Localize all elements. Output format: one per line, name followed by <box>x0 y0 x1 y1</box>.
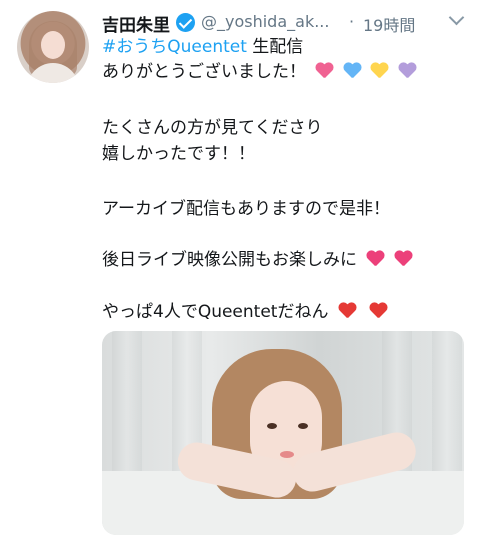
yellow-heart-icon <box>370 63 388 79</box>
tweet: 吉田朱里 @_yoshida_ak... · 19時間 #おうちQueentet… <box>0 0 480 539</box>
tweet-line-3: たくさんの方が見てくださり <box>102 118 323 138</box>
chevron-down-icon[interactable] <box>448 9 465 26</box>
tweet-line-1: #おうちQueentet 生配信 <box>102 36 303 58</box>
tweet-photo[interactable] <box>102 331 464 535</box>
timestamp[interactable]: 19時間 <box>363 12 415 36</box>
tweet-line-6-text: 後日ライブ映像公開もお楽しみに <box>102 250 357 270</box>
hashtag-link[interactable]: #おうちQueentet <box>102 37 247 57</box>
tweet-line-2: ありがとうございました！ <box>102 61 416 83</box>
display-name[interactable]: 吉田朱里 <box>102 11 170 36</box>
avatar[interactable] <box>17 11 89 83</box>
tweet-line-7: やっぱ4人でQueentetだねん <box>102 301 391 323</box>
curtain-fold <box>112 331 142 481</box>
tweet-line-2-text: ありがとうございました！ <box>102 62 306 82</box>
verified-badge-icon <box>176 13 195 32</box>
pink-heart-icon <box>315 63 333 79</box>
heart-with-ribbon-icon <box>369 303 391 319</box>
blue-heart-icon <box>343 63 361 79</box>
separator-dot: · <box>349 12 355 31</box>
user-handle[interactable]: @_yoshida_ak... <box>201 12 329 31</box>
sparkling-heart-icon <box>394 251 412 267</box>
tweet-line-4: 嬉しかったです！！ <box>102 144 255 164</box>
tweet-line-1-text: 生配信 <box>246 37 304 57</box>
heart-with-ribbon-icon <box>338 303 360 319</box>
purple-heart-icon <box>398 63 416 79</box>
avatar-face <box>41 31 65 59</box>
photo-eye <box>298 423 308 429</box>
tweet-line-7-text: やっぱ4人でQueentetだねん <box>102 302 329 322</box>
sparkling-heart-icon <box>366 251 384 267</box>
tweet-line-6: 後日ライブ映像公開もお楽しみに <box>102 249 412 271</box>
tweet-header: 吉田朱里 @_yoshida_ak... · 19時間 <box>102 6 472 36</box>
curtain-fold <box>432 331 462 481</box>
tweet-line-5: アーカイブ配信もありますので是非！ <box>102 199 390 219</box>
photo-lips <box>280 451 294 458</box>
photo-eye <box>267 423 277 429</box>
